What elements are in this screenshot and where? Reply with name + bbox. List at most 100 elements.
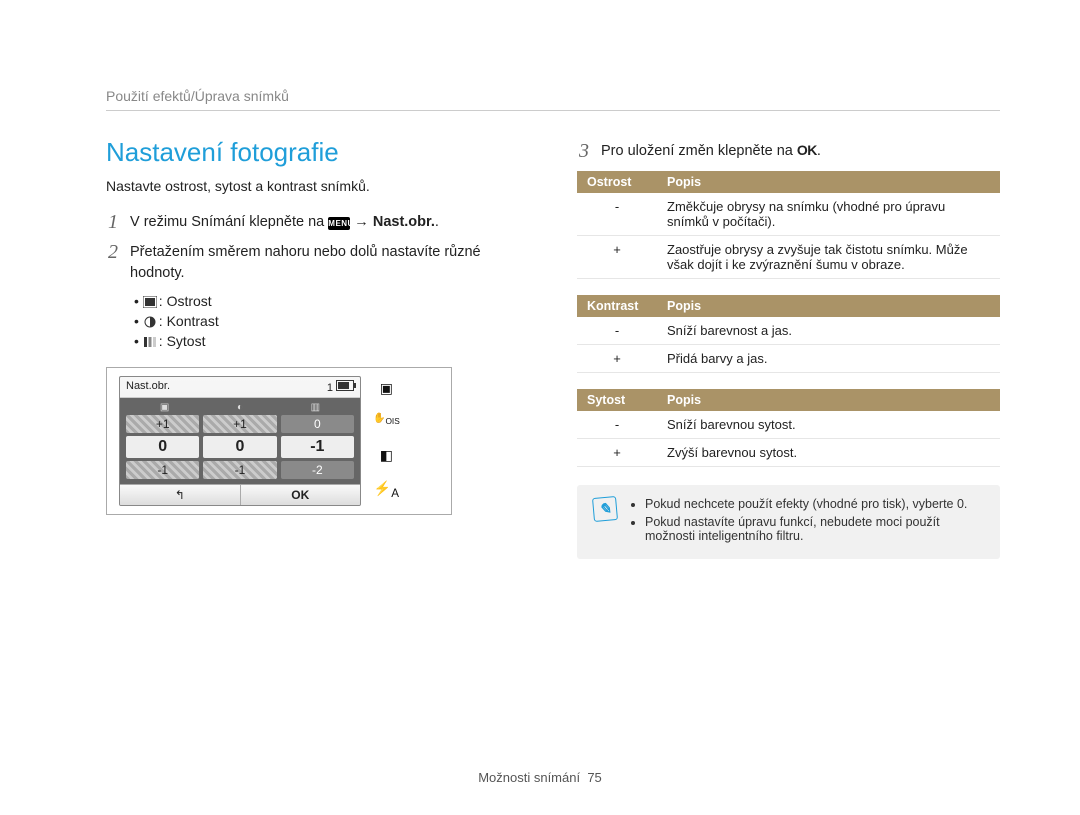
table-row: + Přidá barvy a jas.: [577, 345, 1000, 373]
footer-page: 75: [587, 770, 601, 785]
cell: -1: [203, 461, 276, 479]
table-row: - Sníží barevnou sytost.: [577, 411, 1000, 439]
table-ostrost: Ostrost Popis - Změkčuje obrysy na snímk…: [577, 171, 1000, 279]
footer-section: Možnosti snímání: [478, 770, 580, 785]
cell-sign: +: [577, 439, 657, 467]
bullet-text: : Sytost: [159, 333, 206, 349]
property-list: : Ostrost : Kontrast : Sytost: [134, 293, 529, 349]
note-box: ✎ Pokud nechcete použít efekty (vhodné p…: [577, 485, 1000, 559]
step-number: 2: [106, 242, 120, 283]
screen-header-right: 1: [327, 380, 354, 394]
cell: +1: [203, 415, 276, 433]
th-desc: Popis: [657, 389, 1000, 411]
back-button[interactable]: ↰: [120, 485, 241, 505]
cell: -2: [281, 461, 354, 479]
cell: 0: [126, 436, 199, 458]
list-item: : Kontrast: [134, 313, 529, 329]
step-number: 3: [577, 141, 591, 161]
camera-screen: Nast.obr. 1 ▣ ◐ ▥ +1: [119, 376, 361, 506]
left-column: Nastavení fotografie Nastavte ostrost, s…: [106, 137, 529, 559]
step1-arrow: →: [350, 214, 373, 230]
right-column: 3 Pro uložení změn klepněte na OK. Ostro…: [577, 137, 1000, 559]
slider-row: +1 +1 0: [126, 415, 354, 433]
th-property: Ostrost: [577, 171, 657, 193]
cell: -1: [126, 461, 199, 479]
page-footer: Možnosti snímání 75: [0, 770, 1080, 785]
saturation-icon: ▥: [311, 402, 320, 413]
step-body: Přetažením směrem nahoru nebo dolů nasta…: [130, 242, 529, 283]
cell-sign: +: [577, 236, 657, 279]
cell: -1: [281, 436, 354, 458]
battery-icon: [336, 380, 354, 391]
table-row: - Sníží barevnost a jas.: [577, 317, 1000, 345]
table-row: + Zaostřuje obrysy a zvyšuje tak čistotu…: [577, 236, 1000, 279]
page-title: Nastavení fotografie: [106, 137, 529, 168]
flash-icon: ⚡A: [373, 480, 400, 502]
camera-screen-header: Nast.obr. 1: [120, 377, 360, 398]
camera-side-icons: ▣ ✋OIS ◧ ⚡A: [373, 376, 400, 506]
th-desc: Popis: [657, 295, 1000, 317]
camera-screen-buttons: ↰ OK: [120, 484, 360, 505]
th-desc: Popis: [657, 171, 1000, 193]
subtitle: Nastavte ostrost, sytost a kontrast sním…: [106, 178, 529, 194]
note-item: Pokud nechcete použít efekty (vhodné pro…: [645, 497, 986, 511]
cell-desc: Zvýší barevnou sytost.: [657, 439, 1000, 467]
table-row: - Změkčuje obrysy na snímku (vhodné pro …: [577, 193, 1000, 236]
th-property: Kontrast: [577, 295, 657, 317]
step-1: 1 V režimu Snímání klepněte na MENU → Na…: [106, 212, 529, 232]
slider-row: -1 -1 -2: [126, 461, 354, 479]
cell-sign: -: [577, 411, 657, 439]
cell-sign: -: [577, 317, 657, 345]
camera-sliders: ▣ ◐ ▥ +1 +1 0 0 0 -1: [120, 398, 360, 484]
manual-page: Použití efektů/Úprava snímků Nastavení f…: [0, 0, 1080, 815]
note-list: Pokud nechcete použít efekty (vhodné pro…: [629, 497, 986, 547]
step3-end: .: [817, 143, 821, 159]
ok-icon: OK: [797, 141, 817, 161]
step-body: V režimu Snímání klepněte na MENU → Nast…: [130, 212, 529, 232]
cell: +1: [126, 415, 199, 433]
cell-desc: Přidá barvy a jas.: [657, 345, 1000, 373]
slider-head-icons: ▣ ◐ ▥: [126, 402, 354, 413]
contrast-icon: ◐: [237, 402, 243, 413]
screen-counter: 1: [327, 382, 333, 394]
mode-icon: ▣: [373, 380, 400, 402]
th-property: Sytost: [577, 389, 657, 411]
note-icon: ✎: [592, 496, 618, 522]
list-item: : Ostrost: [134, 293, 529, 309]
breadcrumb: Použití efektů/Úprava snímků: [106, 88, 1000, 111]
ok-button[interactable]: OK: [241, 485, 361, 505]
list-item: : Sytost: [134, 333, 529, 349]
camera-screen-illustration: Nast.obr. 1 ▣ ◐ ▥ +1: [106, 367, 452, 515]
table-sytost: Sytost Popis - Sníží barevnou sytost. + …: [577, 389, 1000, 467]
step3-pre: Pro uložení změn klepněte na: [601, 143, 797, 159]
cell: 0: [281, 415, 354, 433]
slider-row-active: 0 0 -1: [126, 436, 354, 458]
menu-icon: MENU: [328, 217, 350, 230]
bullet-text: : Ostrost: [159, 293, 212, 309]
cell: 0: [203, 436, 276, 458]
step1-pre: V režimu Snímání klepněte na: [130, 214, 328, 230]
contrast-icon: [143, 315, 157, 327]
table-kontrast: Kontrast Popis - Sníží barevnost a jas. …: [577, 295, 1000, 373]
note-item: Pokud nastavíte úpravu funkcí, nebudete …: [645, 515, 986, 543]
step-body: Pro uložení změn klepněte na OK.: [601, 141, 1000, 161]
cell-desc: Změkčuje obrysy na snímku (vhodné pro úp…: [657, 193, 1000, 236]
sharpness-icon: ▣: [160, 402, 169, 413]
screen-title: Nast.obr.: [126, 380, 170, 394]
sharpness-icon: [143, 295, 157, 307]
cell-desc: Sníží barevnost a jas.: [657, 317, 1000, 345]
cell-sign: -: [577, 193, 657, 236]
content-columns: Nastavení fotografie Nastavte ostrost, s…: [106, 137, 1000, 559]
ois-icon: ✋OIS: [373, 413, 400, 435]
step-3: 3 Pro uložení změn klepněte na OK.: [577, 141, 1000, 161]
table-row: + Zvýší barevnou sytost.: [577, 439, 1000, 467]
cell-sign: +: [577, 345, 657, 373]
saturation-icon: [143, 335, 157, 347]
step-2: 2 Přetažením směrem nahoru nebo dolů nas…: [106, 242, 529, 283]
exposure-icon: ◧: [373, 447, 400, 469]
step1-end: .: [435, 214, 439, 230]
bullet-text: : Kontrast: [159, 313, 219, 329]
step1-target: Nast.obr.: [373, 214, 435, 230]
cell-desc: Zaostřuje obrysy a zvyšuje tak čistotu s…: [657, 236, 1000, 279]
step-number: 1: [106, 212, 120, 232]
